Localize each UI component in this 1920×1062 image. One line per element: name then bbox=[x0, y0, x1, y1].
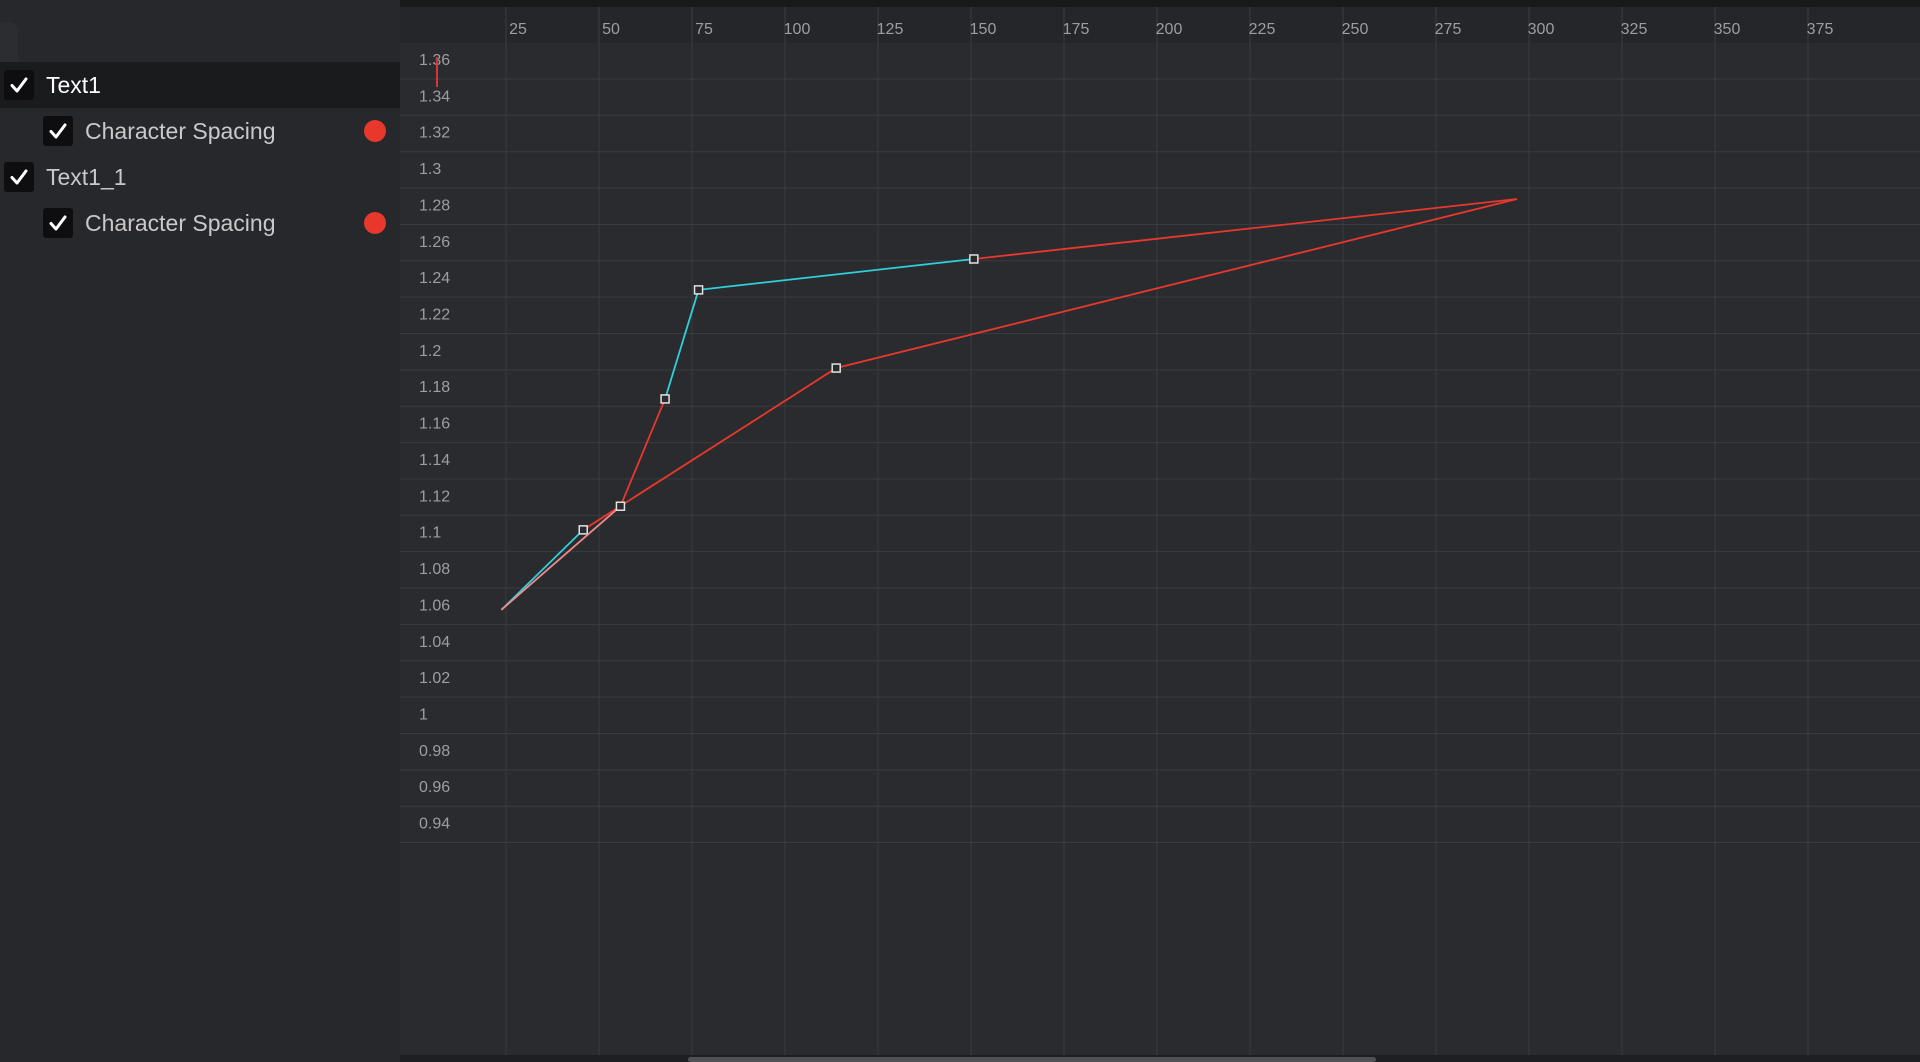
y-tick-label: 1.3 bbox=[419, 161, 441, 178]
y-tick-label: 1.32 bbox=[419, 125, 450, 142]
y-tick-label: 0.98 bbox=[419, 743, 450, 760]
text1-checkbox[interactable] bbox=[4, 70, 34, 100]
y-tick-label: 1 bbox=[419, 706, 428, 723]
y-tick-label: 1.36 bbox=[419, 52, 450, 69]
y-tick-label: 1.18 bbox=[419, 379, 450, 396]
tree-item-text1-character-spacing[interactable]: Character Spacing bbox=[0, 108, 400, 154]
text1-character-spacing-checkbox[interactable] bbox=[43, 116, 73, 146]
x-tick-label: 250 bbox=[1342, 21, 1369, 38]
y-tick-label: 1.12 bbox=[419, 488, 450, 505]
y-tick-label: 1.24 bbox=[419, 270, 450, 287]
keyframe-point bbox=[578, 525, 588, 535]
text1-1-character-spacing-checkbox[interactable] bbox=[43, 208, 73, 238]
check-icon bbox=[10, 169, 28, 185]
x-tick-label: 225 bbox=[1249, 21, 1276, 38]
check-icon bbox=[10, 77, 28, 93]
y-tick-label: 0.94 bbox=[419, 816, 450, 833]
horizontal-scrollbar[interactable] bbox=[688, 1057, 1376, 1062]
y-tick-label: 1.34 bbox=[419, 88, 450, 105]
plot-area bbox=[400, 7, 1920, 1055]
y-tick-label: 1.04 bbox=[419, 634, 450, 651]
x-tick-label: 300 bbox=[1528, 21, 1555, 38]
x-tick-label: 75 bbox=[695, 21, 713, 38]
x-tick-label: 175 bbox=[1063, 21, 1090, 38]
x-tick-label: 50 bbox=[602, 21, 620, 38]
value-gutter bbox=[400, 43, 530, 1055]
x-tick-label: 350 bbox=[1714, 21, 1741, 38]
text1-1-checkbox[interactable] bbox=[4, 162, 34, 192]
x-tick-label: 150 bbox=[970, 21, 997, 38]
y-tick-label: 1.2 bbox=[419, 343, 441, 360]
curve-color-dot[interactable] bbox=[364, 120, 386, 142]
x-tick-label: 25 bbox=[509, 21, 527, 38]
keyframe-point bbox=[969, 254, 979, 264]
x-tick-label: 275 bbox=[1435, 21, 1462, 38]
spline-graph-canvas[interactable]: 25 50 75 100 125 150 175 200 225 250 275 300 325 350 3… bbox=[400, 7, 1920, 1055]
x-tick-label: 200 bbox=[1156, 21, 1183, 38]
y-tick-label: 1.06 bbox=[419, 597, 450, 614]
x-tick-label: 100 bbox=[784, 21, 811, 38]
y-tick-label: 1.02 bbox=[419, 670, 450, 687]
keyframe-point bbox=[660, 394, 670, 404]
y-tick-label: 1.28 bbox=[419, 197, 450, 214]
tree-item-label: Character Spacing bbox=[85, 117, 276, 144]
check-icon bbox=[49, 215, 67, 231]
tree-item-label: Text1 bbox=[46, 71, 101, 98]
tree-item-label: Character Spacing bbox=[85, 209, 276, 236]
y-tick-label: 1.22 bbox=[419, 307, 450, 324]
y-tick-label: 1.14 bbox=[419, 452, 450, 469]
y-tick-label: 1.1 bbox=[419, 525, 441, 542]
x-tick-label: 325 bbox=[1621, 21, 1648, 38]
tree-item-text1-1[interactable]: Text1_1 bbox=[0, 154, 400, 200]
keyframe-point bbox=[693, 285, 704, 295]
check-icon bbox=[49, 123, 67, 139]
tree-item-text1[interactable]: Text1 bbox=[0, 62, 400, 108]
y-tick-label: 1.26 bbox=[419, 234, 450, 251]
y-tick-label: 1.16 bbox=[419, 416, 450, 433]
curve-tree-panel: Text1 Character Spacing Text1_1 Characte… bbox=[0, 0, 400, 1062]
x-tick-label: 125 bbox=[877, 21, 904, 38]
spline-editor: Text1 Character Spacing Text1_1 Characte… bbox=[0, 0, 1920, 1062]
tree-item-label: Text1_1 bbox=[46, 163, 127, 190]
curve-color-dot[interactable] bbox=[364, 212, 386, 234]
spline-graph[interactable]: 25 50 75 100 125 150 175 200 225 250 275 300 325 350 3… bbox=[400, 7, 1920, 1055]
tree-item-text1-1-character-spacing[interactable]: Character Spacing bbox=[0, 200, 400, 246]
keyframe-point bbox=[831, 363, 841, 373]
keyframe-point bbox=[615, 501, 626, 511]
y-tick-label: 0.96 bbox=[419, 779, 450, 796]
y-tick-label: 1.08 bbox=[419, 561, 450, 578]
x-tick-label: 375 bbox=[1807, 21, 1834, 38]
